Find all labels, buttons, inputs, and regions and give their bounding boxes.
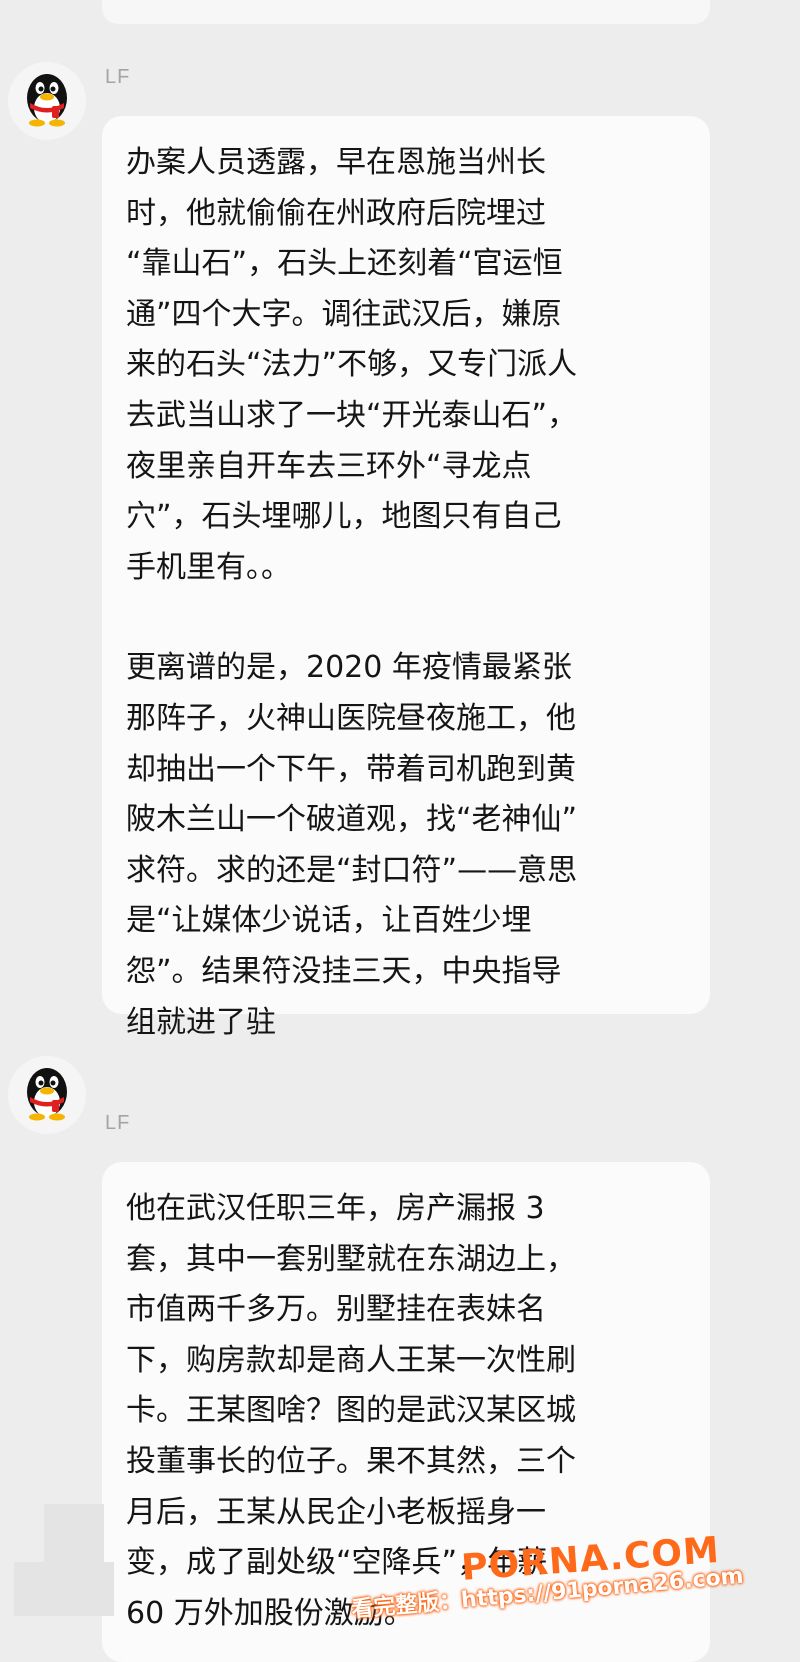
- qq-penguin-icon[interactable]: [8, 62, 86, 140]
- sender-name: LF: [105, 1112, 131, 1134]
- message-paragraph: 办案人员透露，早在恩施当州长 时，他就偷偷在州政府后院埋过 “靠山石”，石头上还…: [126, 145, 578, 585]
- blurred-block: [14, 1562, 114, 1616]
- previous-message-bubble: [102, 0, 710, 24]
- message-bubble[interactable]: 办案人员透露，早在恩施当州长 时，他就偷偷在州政府后院埋过 “靠山石”，石头上还…: [102, 116, 710, 1040]
- message-paragraph: 更离谱的是，2020 年疫情最紧张 那阵子，火神山医院昼夜施工，他 却抽出一个下…: [126, 650, 578, 1040]
- sender-name: LF: [105, 66, 131, 88]
- qq-penguin-icon[interactable]: [8, 1056, 86, 1134]
